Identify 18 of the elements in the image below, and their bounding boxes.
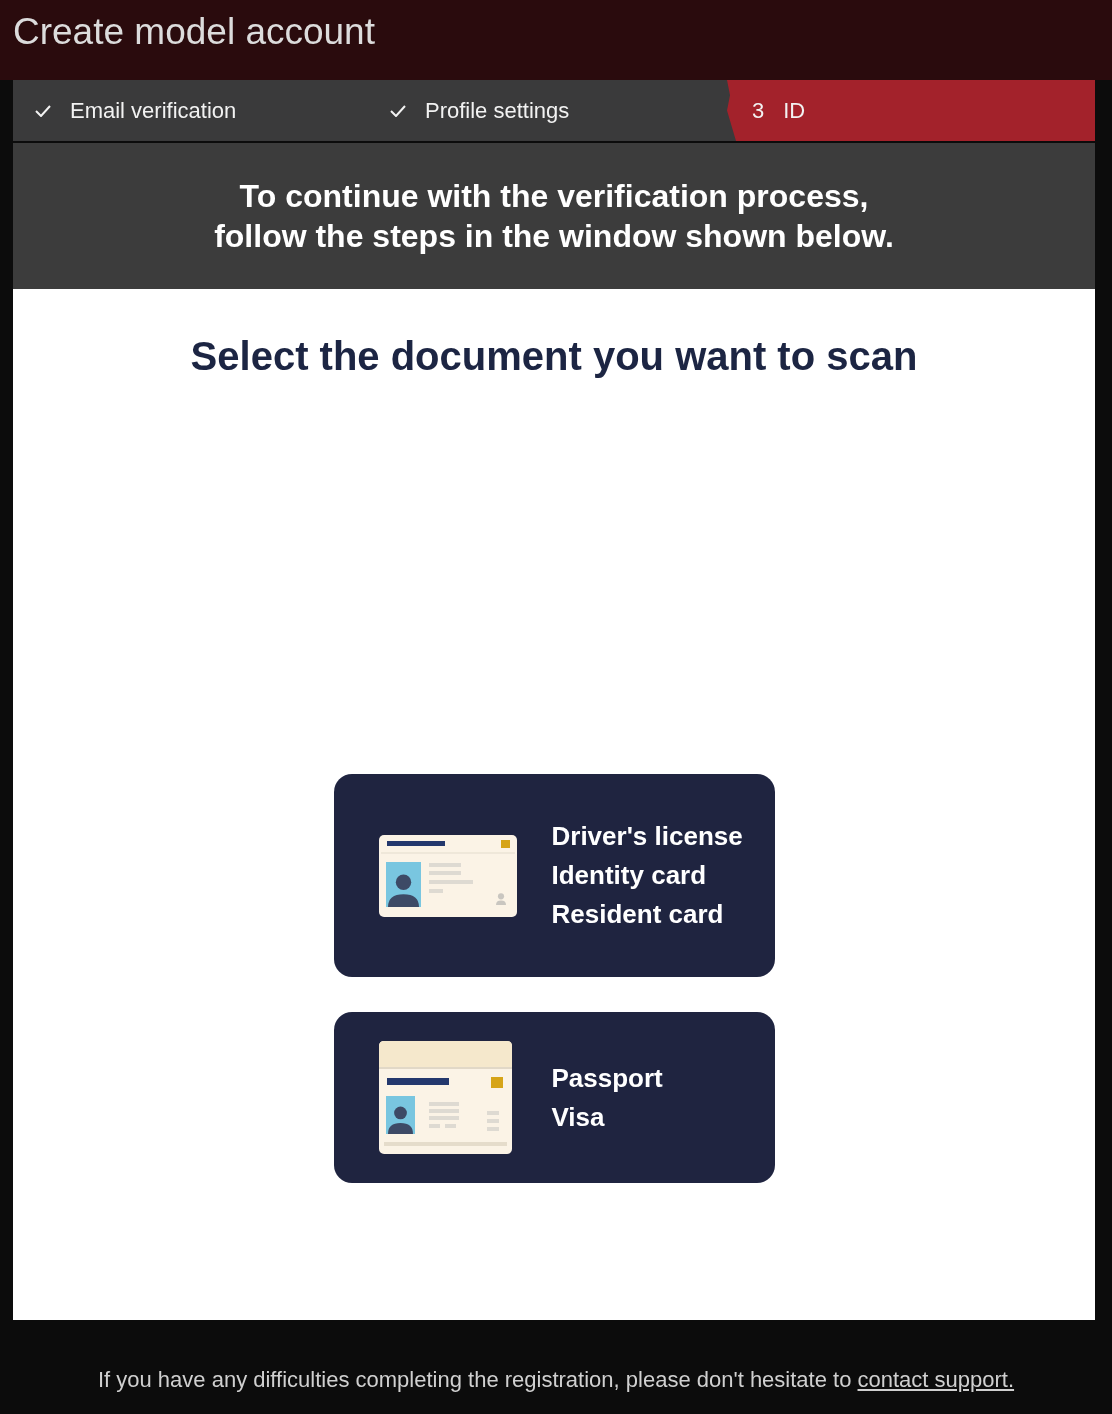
- step-label: Email verification: [70, 97, 237, 124]
- document-type-label: Driver's license: [551, 820, 743, 853]
- support-note: If you have any difficulties completing the registration, please don't hesitate to contact support.: [96, 1367, 1016, 1393]
- step-label: Profile settings: [425, 97, 570, 124]
- panel-heading: Select the document you want to scan: [190, 333, 918, 379]
- document-type-label: Visa: [551, 1100, 605, 1134]
- document-option-button[interactable]: Passport Visa: [333, 1012, 775, 1183]
- document-type-label: Resident card: [551, 898, 724, 931]
- id-card-icon: [378, 834, 517, 917]
- document-option-button[interactable]: Driver's license Identity card Resident card: [333, 774, 775, 977]
- step-label: ID: [783, 97, 806, 124]
- document-type-label: Identity card: [551, 859, 707, 892]
- support-link[interactable]: contact support.: [857, 1367, 1015, 1392]
- step-number: 3: [752, 97, 765, 124]
- instruction-text: To continue with the verification process, follow the steps in the window shown below.: [214, 177, 894, 256]
- dialog-title: Create model account: [13, 10, 375, 54]
- document-type-label: Passport: [551, 1061, 663, 1095]
- passport-icon: [378, 1041, 512, 1154]
